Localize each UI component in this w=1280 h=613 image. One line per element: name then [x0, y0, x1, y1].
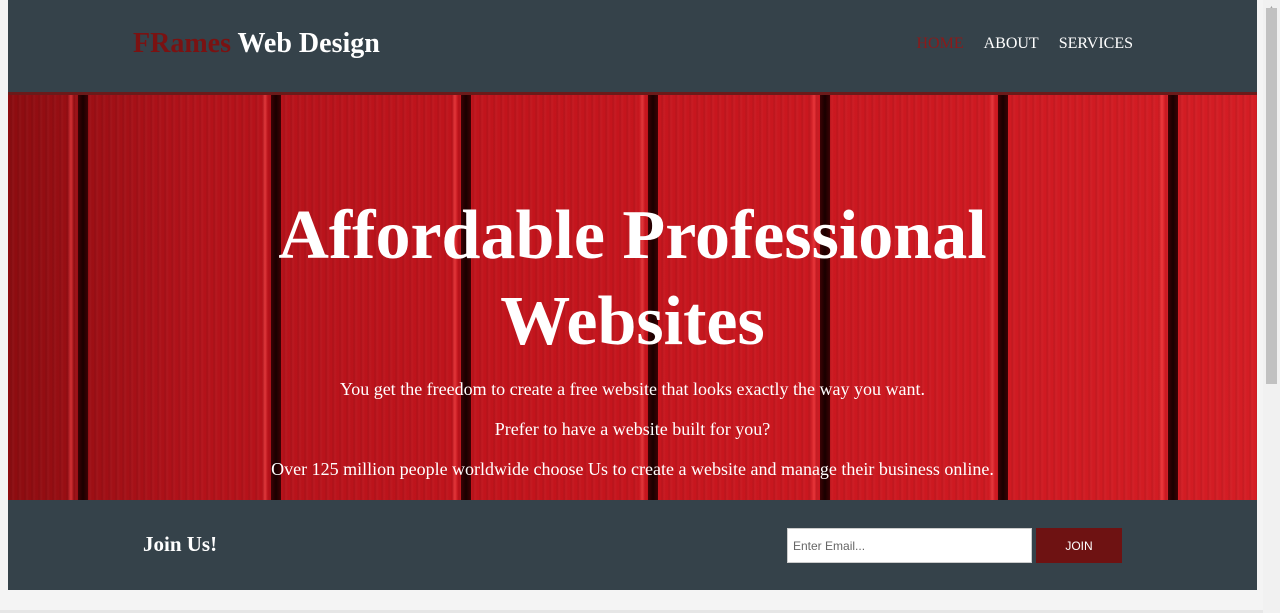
site-header: FRames Web Design HOME ABOUT SERVICES	[8, 0, 1257, 95]
newsletter-title: Join Us!	[143, 532, 218, 556]
hero-text-users: Over 125 million people worldwide choose…	[271, 459, 994, 479]
hero-title-line-2: Websites	[500, 283, 765, 360]
hero-text-freedom: You get the freedom to create a free web…	[340, 379, 925, 399]
email-input[interactable]	[787, 528, 1032, 563]
hero-showcase: Affordable Professional Websites You get…	[8, 95, 1257, 500]
brand-logo[interactable]: FRames Web Design	[133, 27, 380, 61]
hero-title-line-1: Affordable Professional	[278, 197, 987, 274]
newsletter-bar: Join Us! JOIN	[8, 500, 1257, 590]
nav-item-about[interactable]: ABOUT	[984, 34, 1039, 54]
page: FRames Web Design HOME ABOUT SERVICES Af…	[8, 0, 1257, 590]
brand-accent-text: FRames	[133, 28, 231, 59]
brand-text: Web Design	[230, 28, 380, 59]
join-button[interactable]: JOIN	[1036, 528, 1122, 563]
main-nav: HOME ABOUT SERVICES	[916, 34, 1133, 54]
hero-text-prefer: Prefer to have a website built for you?	[494, 419, 771, 439]
nav-item-home[interactable]: HOME	[916, 34, 963, 54]
hero-title: Affordable Professional Websites	[8, 193, 1257, 365]
nav-item-services[interactable]: SERVICES	[1059, 34, 1133, 54]
scrollbar-thumb[interactable]	[1266, 8, 1277, 384]
vertical-scrollbar[interactable]: ▲	[1263, 0, 1280, 613]
